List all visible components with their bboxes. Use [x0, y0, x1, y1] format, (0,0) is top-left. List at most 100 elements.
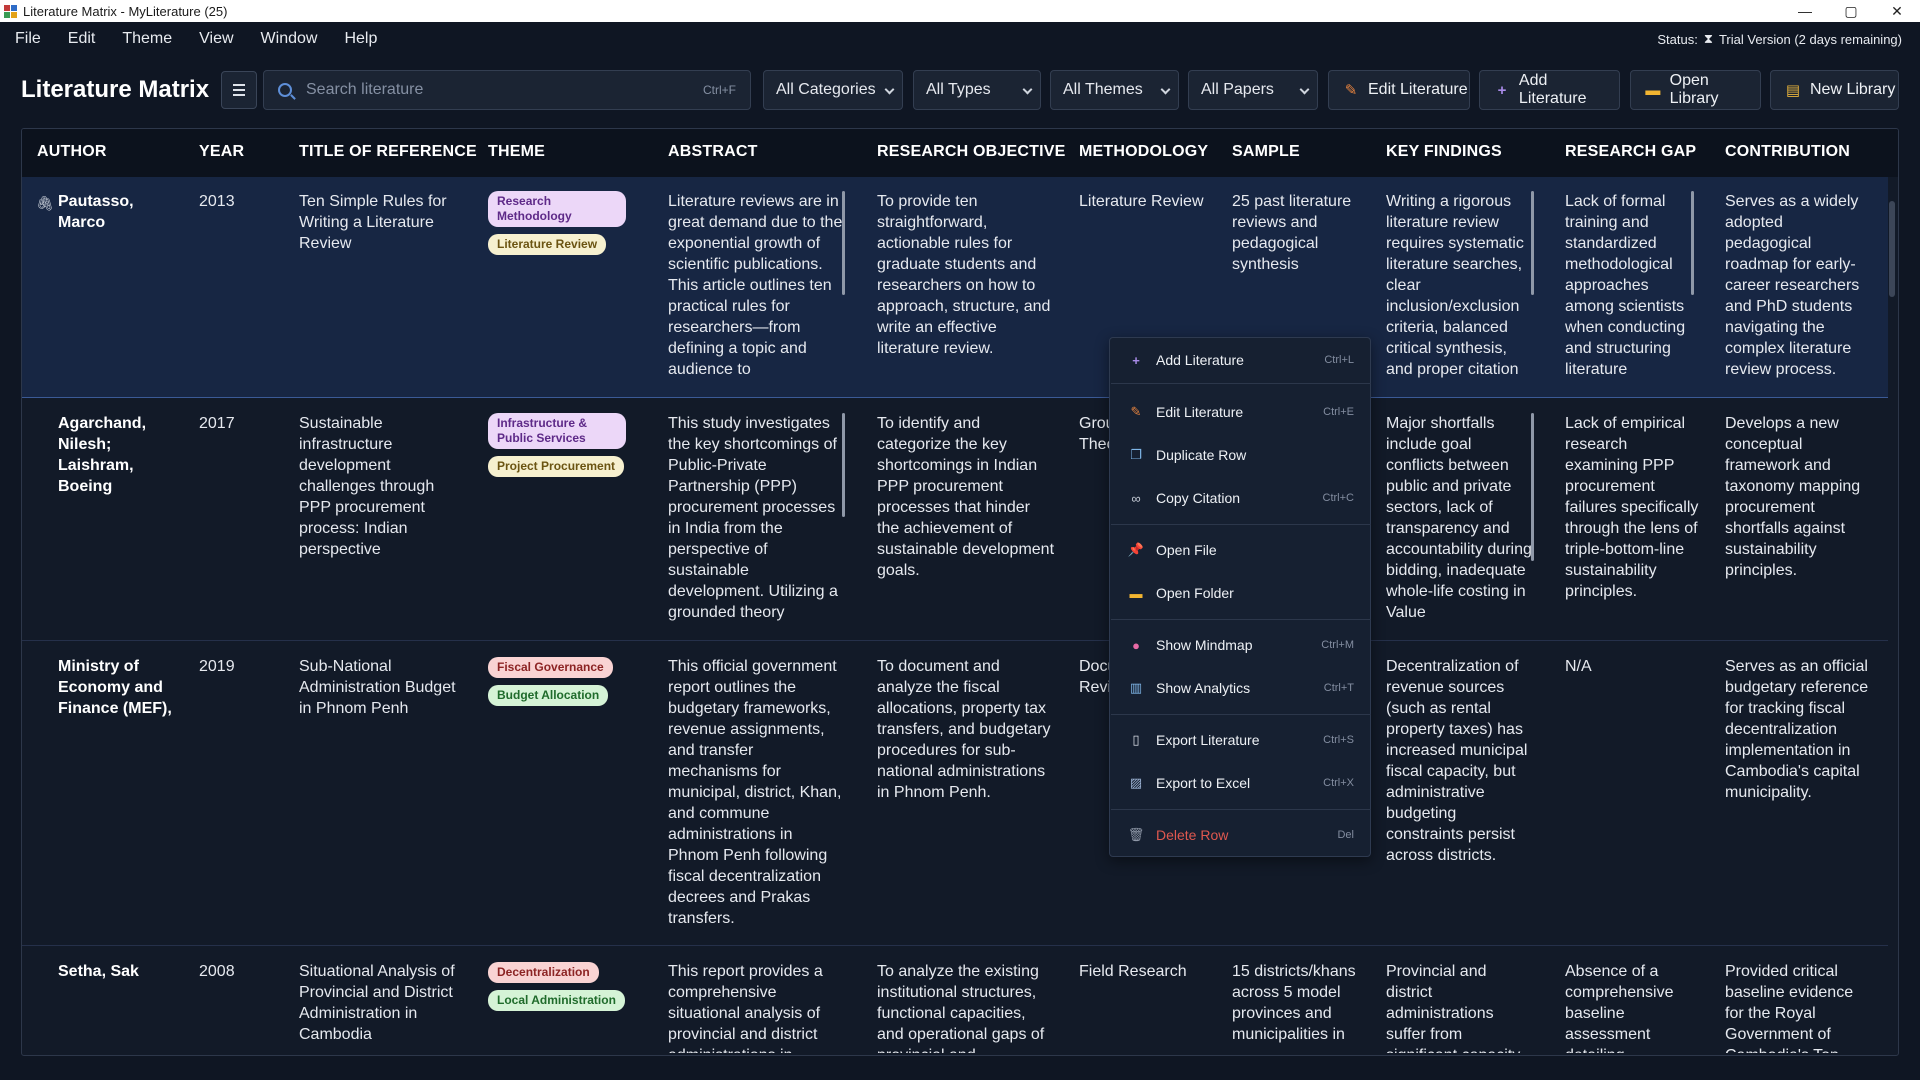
- column-sample[interactable]: SAMPLE: [1232, 143, 1300, 161]
- paper-filter[interactable]: All Papers: [1188, 70, 1318, 110]
- duplicate-icon: ❐: [1130, 447, 1142, 462]
- search-input[interactable]: [292, 81, 703, 99]
- cell-methodology: Field Research: [1079, 963, 1187, 980]
- cell-theme: Research Methodology Literature Review: [488, 191, 658, 261]
- cell-methodology: Literature Review: [1079, 193, 1204, 210]
- ctx-duplicate-row[interactable]: ❐ Duplicate Row: [1110, 437, 1370, 473]
- theme-tag[interactable]: Budget Allocation: [488, 685, 609, 706]
- cell-scroll-indicator[interactable]: [1691, 191, 1694, 295]
- cell-findings: Provincial and district administrations …: [1386, 963, 1520, 1053]
- column-title[interactable]: TITLE OF REFERENCE: [299, 143, 477, 161]
- ctx-show-mindmap[interactable]: ● Show Mindmap Ctrl+M: [1110, 627, 1370, 663]
- theme-tag[interactable]: Infrastructure & Public Services: [488, 413, 626, 449]
- menu-edit[interactable]: Edit: [53, 30, 108, 48]
- ctx-export-excel[interactable]: ▨ Export to Excel Ctrl+X: [1110, 765, 1370, 801]
- cell-author: Pautasso, Marco: [58, 193, 134, 231]
- hamburger-icon: [233, 89, 245, 91]
- cell-contribution: Develops a new conceptual framework and …: [1725, 415, 1861, 579]
- table-row[interactable]: Ministry of Economy and Finance (MEF), 2…: [22, 642, 1888, 946]
- cell-author: Setha, Sak: [58, 963, 139, 980]
- theme-tag[interactable]: Fiscal Governance: [488, 657, 613, 678]
- column-research-gap[interactable]: RESEARCH GAP: [1565, 143, 1696, 161]
- library-icon: ▤: [1785, 82, 1801, 99]
- cell-scroll-indicator[interactable]: [1531, 413, 1534, 561]
- ctx-show-analytics[interactable]: ▥ Show Analytics Ctrl+T: [1110, 670, 1370, 706]
- table-row[interactable]: Setha, Sak 2008 Situational Analysis of …: [22, 947, 1888, 1055]
- cell-title: Ten Simple Rules for Writing a Literatur…: [299, 193, 447, 252]
- cell-scroll-indicator[interactable]: [1531, 191, 1534, 295]
- theme-tag[interactable]: Project Procurement: [488, 456, 625, 477]
- ctx-delete-row[interactable]: 🗑 Delete Row Del: [1110, 817, 1370, 853]
- cell-findings: Major shortfalls include goal conflicts …: [1386, 415, 1532, 621]
- mindmap-icon: ●: [1132, 637, 1140, 653]
- cell-sample: 25 past literature reviews and pedagogic…: [1232, 193, 1352, 273]
- type-filter[interactable]: All Types: [913, 70, 1041, 110]
- ctx-open-file[interactable]: 📌 Open File: [1110, 532, 1370, 568]
- close-button[interactable]: ✕: [1874, 0, 1920, 22]
- menu-view[interactable]: View: [184, 30, 245, 48]
- column-theme[interactable]: THEME: [488, 143, 545, 161]
- spreadsheet-icon: ▨: [1129, 775, 1143, 790]
- search-box[interactable]: Ctrl+F: [263, 70, 751, 110]
- edit-literature-button[interactable]: ✎ Edit Literature: [1328, 70, 1470, 110]
- ctx-shortcut: Ctrl+E: [1323, 406, 1354, 418]
- column-abstract[interactable]: ABSTRACT: [668, 143, 758, 161]
- ctx-label: Delete Row: [1156, 827, 1229, 843]
- maximize-button[interactable]: ▢: [1828, 0, 1874, 22]
- menu-file[interactable]: File: [0, 30, 53, 48]
- ctx-shortcut: Del: [1337, 829, 1354, 841]
- theme-tag[interactable]: Local Administration: [488, 990, 625, 1011]
- chevron-down-icon: [884, 84, 895, 95]
- column-year[interactable]: YEAR: [199, 143, 244, 161]
- cell-scroll-indicator[interactable]: [842, 413, 845, 517]
- ctx-label: Duplicate Row: [1156, 447, 1247, 463]
- table-row[interactable]: Agarchand, Nilesh; Laishram, Boeing 2017…: [22, 399, 1888, 641]
- menu-theme[interactable]: Theme: [107, 30, 184, 48]
- category-filter[interactable]: All Categories: [763, 70, 903, 110]
- add-literature-button[interactable]: + Add Literature: [1479, 70, 1620, 110]
- theme-filter[interactable]: All Themes: [1050, 70, 1179, 110]
- open-library-button[interactable]: ▬ Open Library: [1630, 70, 1761, 110]
- column-author[interactable]: AUTHOR: [37, 143, 107, 161]
- literature-table: AUTHOR YEAR TITLE OF REFERENCE THEME ABS…: [21, 128, 1899, 1056]
- table-scrollbar[interactable]: [1889, 201, 1895, 297]
- column-key-findings[interactable]: KEY FINDINGS: [1386, 143, 1502, 161]
- paperclip-icon[interactable]: 🖇: [36, 195, 54, 212]
- cell-objective: To identify and categorize the key short…: [877, 415, 1055, 579]
- ctx-label: Show Analytics: [1156, 680, 1251, 696]
- cell-sample: 15 districts/khans across 5 model provin…: [1232, 963, 1356, 1043]
- theme-tag[interactable]: Research Methodology: [488, 191, 626, 227]
- divider: [1111, 809, 1371, 810]
- theme-tag[interactable]: Decentralization: [488, 962, 599, 983]
- chart-icon: ▥: [1129, 680, 1143, 695]
- table-row[interactable]: 🖇 Pautasso, Marco 2013 Ten Simple Rules …: [22, 177, 1888, 398]
- search-shortcut: Ctrl+F: [703, 83, 736, 97]
- cell-scroll-indicator[interactable]: [842, 191, 845, 295]
- menu-window[interactable]: Window: [246, 30, 330, 48]
- new-library-button[interactable]: ▤ New Library: [1770, 70, 1899, 110]
- theme-tag[interactable]: Literature Review: [488, 234, 607, 255]
- window-titlebar: Literature Matrix - MyLiterature (25) — …: [0, 0, 1920, 22]
- status-value: Trial Version (2 days remaining): [1718, 31, 1902, 47]
- cell-research-gap: Lack of formal training and standardized…: [1565, 193, 1686, 378]
- ctx-add-literature[interactable]: + Add Literature Ctrl+L: [1110, 342, 1370, 378]
- sidebar-toggle-button[interactable]: [221, 71, 257, 109]
- minimize-button[interactable]: —: [1782, 0, 1828, 22]
- ctx-copy-citation[interactable]: ∞ Copy Citation Ctrl+C: [1110, 480, 1370, 516]
- divider: [1111, 383, 1371, 384]
- ctx-label: Show Mindmap: [1156, 637, 1253, 653]
- column-contribution[interactable]: CONTRIBUTION: [1725, 143, 1850, 161]
- ctx-open-folder[interactable]: ▬ Open Folder: [1110, 575, 1370, 611]
- ctx-export-literature[interactable]: ▯ Export Literature Ctrl+S: [1110, 722, 1370, 758]
- edit-literature-label: Edit Literature: [1368, 81, 1468, 98]
- ctx-label: Copy Citation: [1156, 490, 1241, 506]
- ctx-label: Add Literature: [1156, 352, 1244, 368]
- toolbar: Literature Matrix Ctrl+F All Categories …: [0, 68, 1920, 112]
- cell-findings: Decentralization of revenue sources (suc…: [1386, 658, 1528, 864]
- ctx-edit-literature[interactable]: ✎ Edit Literature Ctrl+E: [1110, 394, 1370, 430]
- pin-icon: 📌: [1127, 542, 1145, 557]
- divider: [1111, 524, 1371, 525]
- column-methodology[interactable]: METHODOLOGY: [1079, 143, 1208, 161]
- column-research-objective[interactable]: RESEARCH OBJECTIVE: [877, 143, 1066, 161]
- menu-help[interactable]: Help: [329, 30, 389, 48]
